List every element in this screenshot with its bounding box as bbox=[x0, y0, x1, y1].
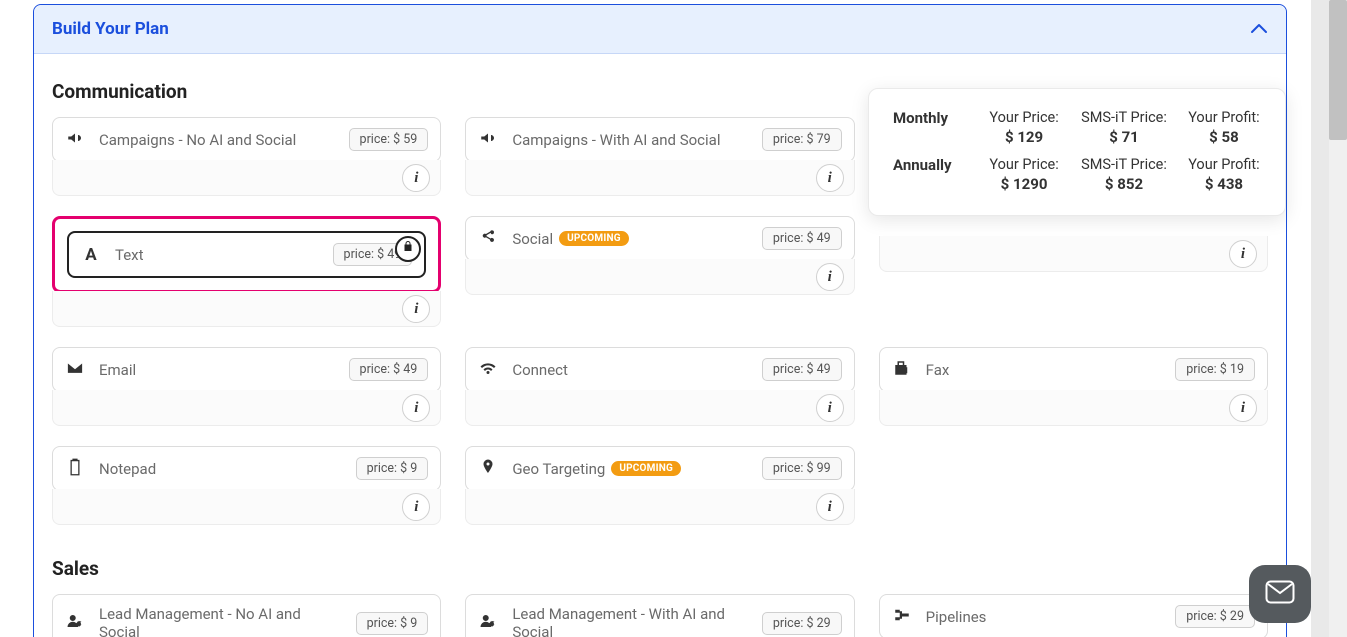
plan-card-geo-targeting[interactable]: Geo Targeting UPCOMING price: $ 99 bbox=[465, 446, 854, 491]
plan-card-campaigns-no-ai[interactable]: Campaigns - No AI and Social price: $ 59 bbox=[52, 117, 441, 162]
price-badge: price: $ 9 bbox=[356, 612, 429, 635]
price-badge: price: $ 29 bbox=[762, 612, 842, 635]
plan-card-label: Pipelines bbox=[926, 608, 1162, 626]
plan-card-info-row: i bbox=[52, 390, 441, 426]
map-pin-icon bbox=[478, 458, 498, 480]
info-icon[interactable]: i bbox=[402, 295, 430, 323]
summary-sms-price-value: $ 852 bbox=[1081, 175, 1167, 193]
price-badge: price: $ 79 bbox=[762, 128, 842, 151]
clipboard-icon bbox=[65, 458, 85, 480]
summary-period-label: Annually bbox=[893, 156, 967, 174]
plan-card-social[interactable]: Social UPCOMING price: $ 49 bbox=[465, 216, 854, 261]
summary-your-price-value: $ 1290 bbox=[987, 175, 1061, 193]
user-gear-icon bbox=[478, 612, 498, 634]
plan-card-label: Geo Targeting UPCOMING bbox=[512, 460, 748, 478]
price-badge: price: $ 49 bbox=[762, 358, 842, 381]
summary-your-price-label: Your Price: bbox=[987, 109, 1061, 126]
plan-card-info-row: i bbox=[52, 160, 441, 196]
info-icon[interactable]: i bbox=[402, 164, 430, 192]
info-icon[interactable]: i bbox=[816, 164, 844, 192]
pipeline-icon bbox=[892, 606, 912, 628]
plan-card-info-row: i bbox=[465, 390, 854, 426]
plan-card-email[interactable]: Email price: $ 49 bbox=[52, 347, 441, 392]
plan-card-info-row: i bbox=[879, 236, 1268, 272]
panel-header[interactable]: Build Your Plan bbox=[34, 5, 1286, 54]
price-badge: price: $ 59 bbox=[349, 128, 429, 151]
plan-card-connect[interactable]: Connect price: $ 49 bbox=[465, 347, 854, 392]
summary-your-price-value: $ 129 bbox=[987, 128, 1061, 146]
fax-icon bbox=[892, 359, 912, 381]
upcoming-badge: UPCOMING bbox=[559, 231, 629, 246]
summary-sms-price-label: SMS-iT Price: bbox=[1081, 156, 1167, 173]
summary-your-price-label: Your Price: bbox=[987, 156, 1061, 173]
plan-card-label: Notepad bbox=[99, 460, 342, 478]
share-icon bbox=[478, 229, 498, 249]
megaphone-icon bbox=[65, 129, 85, 151]
vertical-scrollbar-thumb[interactable] bbox=[1329, 0, 1347, 140]
plan-card-info-row: i bbox=[52, 489, 441, 525]
price-badge: price: $ 29 bbox=[1175, 605, 1255, 628]
plan-card-lead-with-ai[interactable]: Lead Management - With AI and Social pri… bbox=[465, 594, 854, 637]
sales-grid: Lead Management - No AI and Social price… bbox=[52, 594, 1268, 637]
plan-card-label: Lead Management - With AI and Social bbox=[512, 605, 748, 637]
plan-card-info-row: i bbox=[465, 259, 854, 295]
plan-card-lead-no-ai[interactable]: Lead Management - No AI and Social price… bbox=[52, 594, 441, 637]
panel-title: Build Your Plan bbox=[52, 19, 169, 39]
vertical-scrollbar[interactable] bbox=[1329, 0, 1347, 637]
info-icon[interactable]: i bbox=[816, 394, 844, 422]
info-icon[interactable]: i bbox=[402, 394, 430, 422]
summary-profit-label: Your Profit: bbox=[1187, 109, 1261, 126]
info-icon[interactable]: i bbox=[402, 493, 430, 521]
plan-card-info-row: i bbox=[879, 390, 1268, 426]
plan-card-text-highlight: A Text price: $ 49 bbox=[52, 216, 441, 293]
summary-profit-value: $ 58 bbox=[1187, 128, 1261, 146]
plan-card-pipelines[interactable]: Pipelines price: $ 29 bbox=[879, 594, 1268, 637]
plan-card-label: Campaigns - With AI and Social bbox=[512, 131, 748, 149]
summary-sms-price-value: $ 71 bbox=[1081, 128, 1167, 146]
price-badge: price: $ 49 bbox=[762, 227, 842, 250]
price-badge: price: $ 99 bbox=[762, 457, 842, 480]
plan-card-campaigns-with-ai[interactable]: Campaigns - With AI and Social price: $ … bbox=[465, 117, 854, 162]
info-icon[interactable]: i bbox=[1229, 394, 1257, 422]
wifi-icon bbox=[478, 359, 498, 381]
price-badge: price: $ 49 bbox=[349, 358, 429, 381]
plan-card-label: Text bbox=[115, 246, 319, 264]
upcoming-badge: UPCOMING bbox=[611, 461, 681, 476]
plan-card-label: Lead Management - No AI and Social bbox=[99, 605, 342, 637]
info-icon[interactable]: i bbox=[1229, 240, 1257, 268]
plan-card-info-row: i bbox=[465, 489, 854, 525]
plan-card-text[interactable]: A Text price: $ 49 bbox=[67, 231, 426, 278]
chevron-up-icon[interactable] bbox=[1250, 20, 1268, 38]
plan-card-label: Connect bbox=[512, 361, 748, 379]
pricing-summary-card: Monthly Your Price: $ 129 SMS-iT Price: … bbox=[868, 88, 1286, 216]
lock-icon bbox=[395, 236, 421, 262]
mail-icon bbox=[1265, 580, 1295, 608]
summary-row-monthly: Monthly Your Price: $ 129 SMS-iT Price: … bbox=[893, 109, 1261, 146]
section-title-sales: Sales bbox=[52, 557, 1268, 580]
plan-card-notepad[interactable]: Notepad price: $ 9 bbox=[52, 446, 441, 491]
plan-card-label-text: Geo Targeting bbox=[512, 460, 605, 478]
user-gear-icon bbox=[65, 612, 85, 634]
envelope-icon bbox=[65, 360, 85, 379]
summary-row-annually: Annually Your Price: $ 1290 SMS-iT Price… bbox=[893, 156, 1261, 193]
plan-card-info-row: i bbox=[465, 160, 854, 196]
info-icon[interactable]: i bbox=[816, 263, 844, 291]
price-badge: price: $ 19 bbox=[1175, 358, 1255, 381]
plan-card-info-row: i bbox=[52, 291, 441, 327]
text-icon: A bbox=[81, 245, 101, 265]
plan-card-label: Fax bbox=[926, 361, 1162, 379]
summary-sms-price-label: SMS-iT Price: bbox=[1081, 109, 1167, 126]
price-badge: price: $ 9 bbox=[356, 457, 429, 480]
summary-period-label: Monthly bbox=[893, 109, 967, 127]
plan-card-label: Email bbox=[99, 361, 335, 379]
summary-profit-label: Your Profit: bbox=[1187, 156, 1261, 173]
plan-card-label-text: Social bbox=[512, 230, 553, 248]
summary-profit-value: $ 438 bbox=[1187, 175, 1261, 193]
plan-card-label: Social UPCOMING bbox=[512, 230, 748, 248]
info-icon[interactable]: i bbox=[816, 493, 844, 521]
plan-card-fax[interactable]: Fax price: $ 19 bbox=[879, 347, 1268, 392]
plan-card-label: Campaigns - No AI and Social bbox=[99, 131, 335, 149]
megaphone-icon bbox=[478, 129, 498, 151]
contact-mail-fab[interactable] bbox=[1249, 565, 1311, 623]
